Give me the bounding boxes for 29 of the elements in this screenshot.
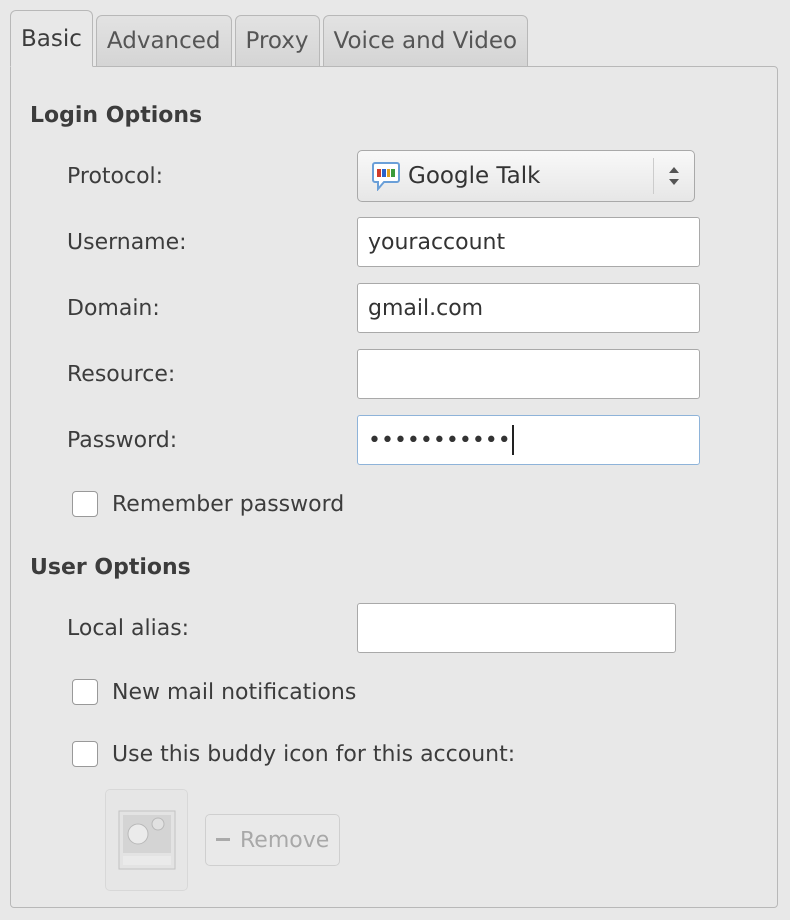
checkbox-label: Use this buddy icon for this account: xyxy=(112,742,516,766)
text-field[interactable] xyxy=(357,603,676,653)
checkbox-label: New mail notifications xyxy=(112,680,356,704)
tab[interactable]: Advanced xyxy=(96,15,232,67)
field-label: Resource: xyxy=(67,362,176,386)
minus-icon xyxy=(216,838,230,842)
field-label: Username: xyxy=(67,230,188,254)
section-title: User Options xyxy=(30,554,192,582)
field-label: Domain: xyxy=(67,296,161,320)
checkbox[interactable] xyxy=(72,491,98,517)
tab[interactable]: Basic xyxy=(10,10,93,67)
field-label: Password: xyxy=(67,428,178,452)
text-field[interactable]: ••••••••••• xyxy=(357,415,700,465)
field-label: Local alias: xyxy=(67,616,190,640)
text-cursor xyxy=(512,425,514,455)
checkbox[interactable] xyxy=(72,679,98,705)
field-label: Protocol: xyxy=(67,164,164,188)
text-field[interactable]: youraccount xyxy=(357,217,700,267)
protocol-dropdown[interactable]: Google Talk xyxy=(357,150,695,202)
text-field[interactable] xyxy=(357,349,700,399)
section-title: Login Options xyxy=(30,102,204,130)
text-field[interactable]: gmail.com xyxy=(357,283,700,333)
image-icon xyxy=(118,810,176,870)
checkbox-label: Remember password xyxy=(112,492,344,516)
checkbox[interactable] xyxy=(72,741,98,767)
tab[interactable]: Voice and Video xyxy=(322,15,528,67)
up-down-arrows-icon xyxy=(668,165,680,187)
chat-bubble-icon xyxy=(372,161,400,191)
tab[interactable]: Proxy xyxy=(234,15,320,67)
